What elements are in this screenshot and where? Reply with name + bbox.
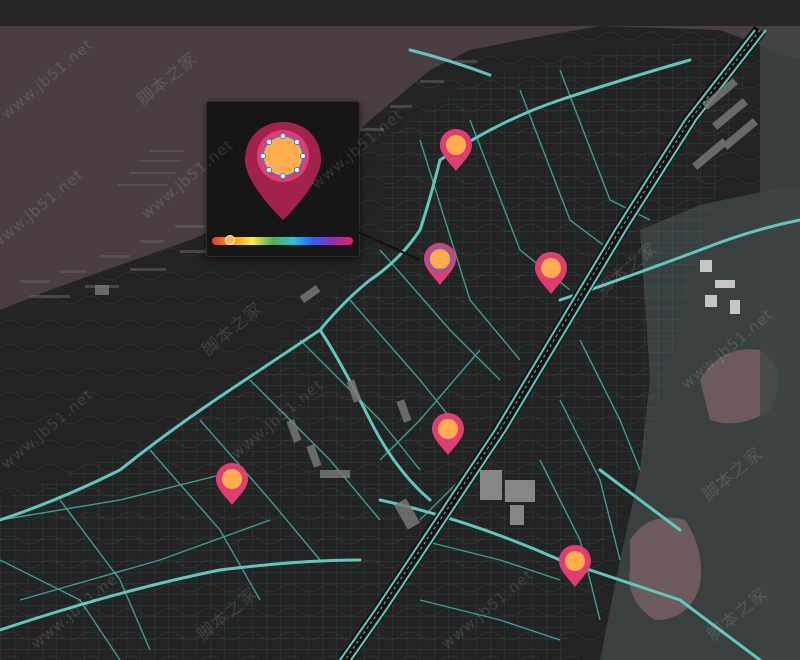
- map-view[interactable]: www.jb51.net 脚本之家 www.jb51.net www.jb51.…: [0, 0, 800, 660]
- slider-handle[interactable]: [225, 235, 236, 245]
- marker-editor-panel[interactable]: [206, 101, 360, 257]
- street-map[interactable]: [0, 0, 800, 660]
- pond-south: [629, 517, 701, 620]
- top-bar: [0, 0, 800, 26]
- color-slider[interactable]: [212, 235, 353, 245]
- map-pin-icon[interactable]: [241, 120, 325, 224]
